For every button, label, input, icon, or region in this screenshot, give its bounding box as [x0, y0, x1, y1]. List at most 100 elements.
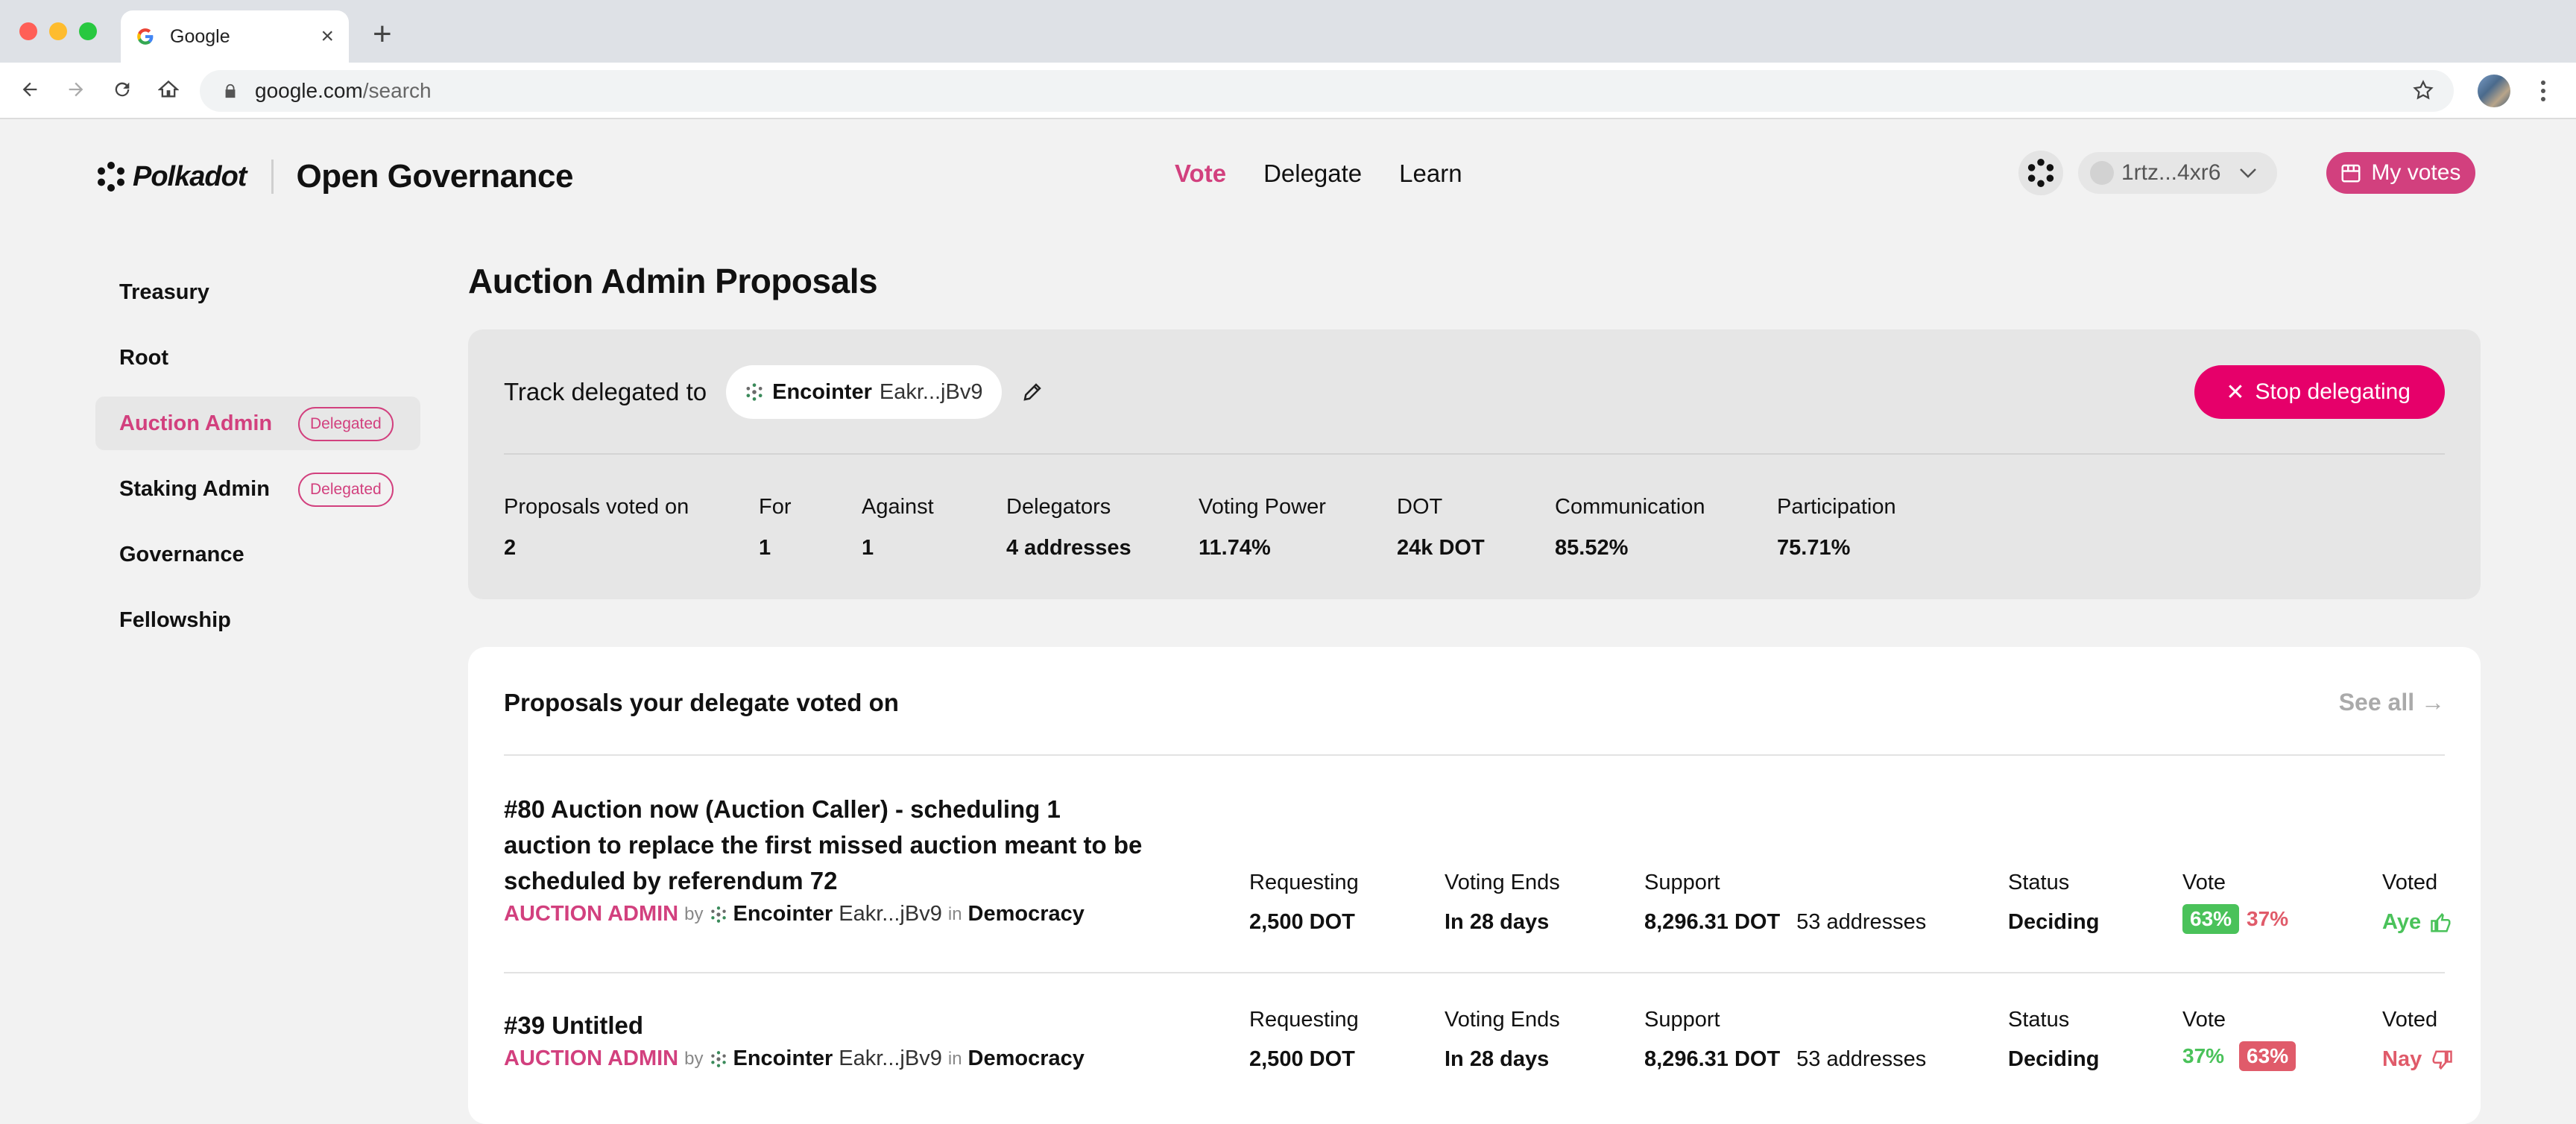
- requesting-col: Requesting 2,500 DOT: [1249, 871, 1359, 935]
- proposal-row[interactable]: #80 Auction now (Auction Caller) - sched…: [504, 792, 2451, 941]
- browser-menu-button[interactable]: [2534, 75, 2552, 107]
- support-addresses: 53 addresses: [1796, 1047, 1927, 1071]
- stat-value: 2: [504, 536, 517, 560]
- stat-voting-power: Voting Power 11.74%: [1199, 495, 1326, 561]
- delegate-address: Eakr...jBv9: [879, 379, 983, 404]
- support-amount: 8,296.31 DOT: [1644, 910, 1781, 934]
- pencil-icon[interactable]: [1021, 381, 1044, 403]
- col-value: 2,500 DOT: [1249, 1047, 1355, 1071]
- window-close-button[interactable]: [19, 22, 37, 40]
- proposal-author-address: Eakr...jBv9: [839, 902, 942, 926]
- stat-value: 85.52%: [1555, 536, 1629, 560]
- star-icon[interactable]: [2412, 79, 2434, 101]
- sidebar-item-label: Root: [119, 345, 169, 370]
- url-path: /search: [362, 79, 432, 102]
- stat-label: Proposals voted on: [504, 495, 689, 519]
- stop-delegating-label: Stop delegating: [2255, 379, 2411, 404]
- browser-tab[interactable]: Google ×: [121, 10, 349, 63]
- col-label: Voted: [2382, 871, 2438, 894]
- proposal-title[interactable]: #80 Auction now (Auction Caller) - sched…: [504, 792, 1145, 899]
- col-label: Support: [1644, 871, 1720, 894]
- col-label: Voting Ends: [1445, 1008, 1560, 1032]
- track-delegation-card: Track delegated to Encointer Eakr...jBv9…: [468, 329, 2481, 599]
- track-delegation-header: Track delegated to Encointer Eakr...jBv9: [504, 365, 1044, 419]
- stop-delegating-button[interactable]: ✕ Stop delegating: [2194, 365, 2445, 419]
- track-delegated-label: Track delegated to: [504, 378, 707, 405]
- sidebar-item-treasury[interactable]: Treasury: [95, 265, 420, 319]
- header-actions: 1rtz...4xr6 My votes: [2018, 151, 2476, 195]
- home-icon: [158, 80, 179, 98]
- voted-col: Voted Nay: [2382, 1008, 2453, 1072]
- stat-communication: Communication 85.52%: [1555, 495, 1705, 561]
- window-minimize-button[interactable]: [49, 22, 67, 40]
- stat-value: 11.74%: [1199, 536, 1271, 560]
- delegate-chip[interactable]: Encointer Eakr...jBv9: [726, 365, 1003, 419]
- browser-profile-avatar[interactable]: [2478, 75, 2510, 107]
- home-button[interactable]: [154, 75, 183, 104]
- see-all-link[interactable]: See all →: [2339, 689, 2445, 716]
- stat-delegators: Delegators 4 addresses: [1006, 495, 1131, 561]
- proposal-author-address: Eakr...jBv9: [839, 1046, 942, 1070]
- proposal-origin: Democracy: [967, 902, 1085, 926]
- lock-icon: [225, 83, 236, 98]
- account-address: 1rtz...4xr6: [2121, 160, 2221, 185]
- proposal-author-name: Encointer: [733, 1046, 833, 1070]
- aye-percent: 37%: [2182, 1044, 2225, 1067]
- forward-button[interactable]: [61, 75, 91, 104]
- account-selector[interactable]: 1rtz...4xr6: [2078, 152, 2278, 194]
- stat-label: Voting Power: [1199, 495, 1326, 519]
- ballot-icon: [2341, 164, 2361, 183]
- stat-label: DOT: [1397, 495, 1443, 519]
- delegate-name: Encointer: [772, 379, 872, 404]
- brand[interactable]: Polkadot Open Governance: [95, 158, 573, 195]
- stat-value: 1: [862, 536, 874, 560]
- sidebar-item-governance[interactable]: Governance: [95, 528, 420, 581]
- sidebar-item-label: Staking Admin: [119, 476, 270, 501]
- reload-icon: [115, 82, 130, 97]
- proposal-title[interactable]: #39 Untitled: [504, 1008, 1145, 1044]
- nav-delegate[interactable]: Delegate: [1263, 160, 1362, 188]
- proposal-author-name: Encointer: [733, 902, 833, 926]
- brand-name: Polkadot: [133, 160, 247, 192]
- stat-value: 1: [759, 536, 771, 560]
- window-zoom-button[interactable]: [79, 22, 97, 40]
- col-label: Vote: [2182, 871, 2226, 894]
- col-value: In 28 days: [1445, 910, 1550, 934]
- new-tab-button[interactable]: +: [373, 18, 392, 51]
- sidebar-item-label: Auction Admin: [119, 411, 273, 435]
- back-arrow-icon: [22, 82, 37, 97]
- app-header: Polkadot Open Governance Vote Delegate L…: [0, 119, 2576, 230]
- by-label: by: [684, 903, 704, 924]
- network-selector[interactable]: [2018, 151, 2063, 195]
- stat-label: Communication: [1555, 495, 1705, 519]
- divider: [504, 453, 2445, 455]
- sidebar-item-root[interactable]: Root: [95, 331, 420, 385]
- back-button[interactable]: [15, 75, 45, 104]
- divider: [504, 972, 2445, 973]
- support-col: Support 8,296.31 DOT 53 addresses: [1644, 871, 1926, 935]
- sidebar-item-fellowship[interactable]: Fellowship: [95, 593, 420, 647]
- col-label: Status: [2008, 871, 2070, 894]
- proposal-row[interactable]: #39 Untitled AUCTION ADMIN by Encointer …: [504, 1008, 2452, 1112]
- voting-ends-col: Voting Ends In 28 days: [1445, 871, 1560, 935]
- nav-learn[interactable]: Learn: [1399, 160, 1462, 188]
- stat-label: Delegators: [1006, 495, 1111, 519]
- col-value: 2,500 DOT: [1249, 910, 1355, 934]
- sidebar-item-auction-admin[interactable]: Auction Admin Delegated: [95, 397, 420, 450]
- stat-participation: Participation 75.71%: [1777, 495, 1896, 561]
- tab-close-icon[interactable]: ×: [321, 25, 334, 48]
- my-votes-button[interactable]: My votes: [2326, 152, 2476, 194]
- proposal-track: AUCTION ADMIN: [504, 902, 679, 926]
- vote-bars: 63% 37%: [2182, 904, 2296, 934]
- col-value: Deciding: [2008, 910, 2100, 934]
- sidebar-item-label: Governance: [119, 542, 244, 566]
- col-label: Requesting: [1249, 871, 1359, 894]
- address-bar[interactable]: google.com/search: [200, 70, 2454, 112]
- nav-vote[interactable]: Vote: [1175, 160, 1226, 188]
- reload-button[interactable]: [107, 75, 137, 104]
- voted-col: Voted Aye: [2382, 871, 2452, 935]
- nay-percent: 63%: [2239, 1041, 2296, 1071]
- main-nav: Vote Delegate Learn: [1175, 160, 1462, 188]
- stat-value: 75.71%: [1777, 536, 1851, 560]
- sidebar-item-staking-admin[interactable]: Staking Admin Delegated: [95, 462, 420, 516]
